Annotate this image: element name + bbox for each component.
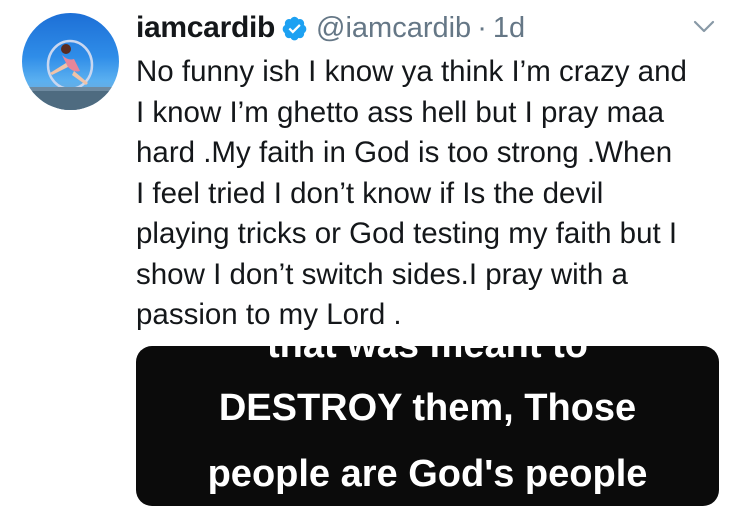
- avatar[interactable]: [22, 13, 119, 110]
- media-text-line: DESTROY them, Those: [218, 387, 637, 429]
- tweet[interactable]: iamcardib @iamcardib · 1d No funny ish I…: [0, 0, 741, 506]
- media-text-line: people are God's people: [207, 453, 648, 495]
- chevron-down-icon[interactable]: [692, 18, 716, 34]
- media-text-line: that was meant to: [136, 346, 719, 367]
- tweet-text: No funny ish I know ya think I’m crazy a…: [136, 55, 687, 331]
- media-image[interactable]: that was meant to DESTROY them, Those pe…: [136, 346, 719, 506]
- display-name[interactable]: iamcardib: [136, 11, 275, 45]
- user-handle[interactable]: @iamcardib: [316, 12, 471, 45]
- timestamp[interactable]: 1d: [493, 12, 525, 45]
- avatar-image: [22, 39, 119, 110]
- tweet-header: iamcardib @iamcardib · 1d: [136, 6, 525, 50]
- verified-badge-icon: [282, 16, 307, 40]
- separator-dot: ·: [477, 11, 487, 44]
